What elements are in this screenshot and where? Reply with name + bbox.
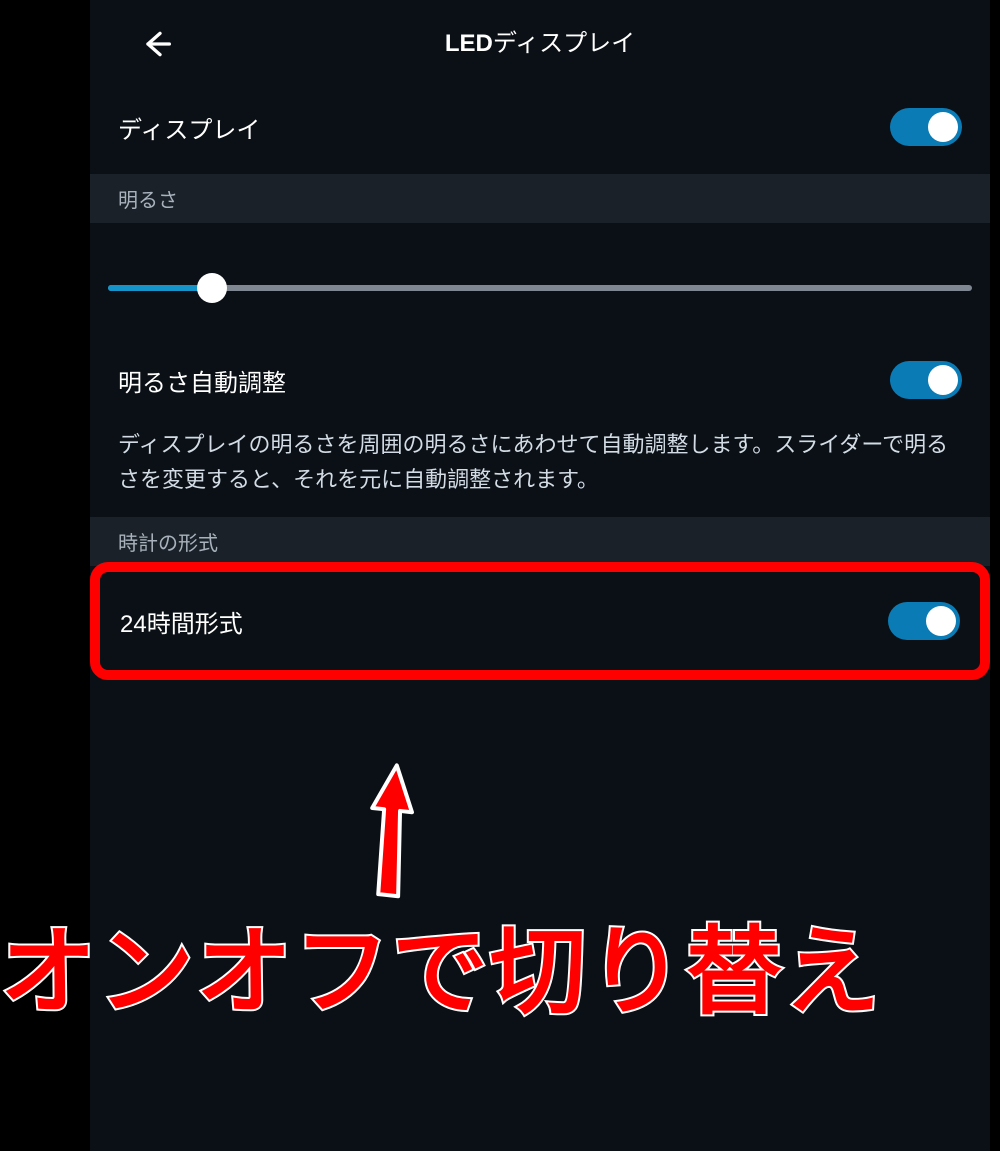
clock-format-row: 24時間形式 bbox=[100, 572, 980, 670]
auto-brightness-description: ディスプレイの明るさを周囲の明るさにあわせて自動調整します。スライダーで明るさを… bbox=[90, 427, 990, 517]
back-arrow-icon[interactable] bbox=[140, 28, 172, 60]
auto-brightness-row: 明るさ自動調整 bbox=[90, 333, 990, 427]
auto-brightness-toggle[interactable] bbox=[890, 361, 962, 399]
auto-brightness-label: 明るさ自動調整 bbox=[118, 363, 286, 398]
header: LEDディスプレイ bbox=[90, 0, 990, 80]
display-toggle[interactable] bbox=[890, 108, 962, 146]
brightness-slider[interactable] bbox=[108, 273, 972, 303]
clock-format-toggle[interactable] bbox=[888, 602, 960, 640]
page-title: LEDディスプレイ bbox=[445, 23, 635, 58]
clock-format-section-header: 時計の形式 bbox=[90, 517, 990, 566]
highlight-annotation-box: 24時間形式 bbox=[90, 562, 990, 680]
clock-format-label: 24時間形式 bbox=[120, 604, 243, 639]
display-label: ディスプレイ bbox=[118, 110, 260, 145]
brightness-section-header: 明るさ bbox=[90, 174, 990, 223]
display-row: ディスプレイ bbox=[90, 80, 990, 174]
